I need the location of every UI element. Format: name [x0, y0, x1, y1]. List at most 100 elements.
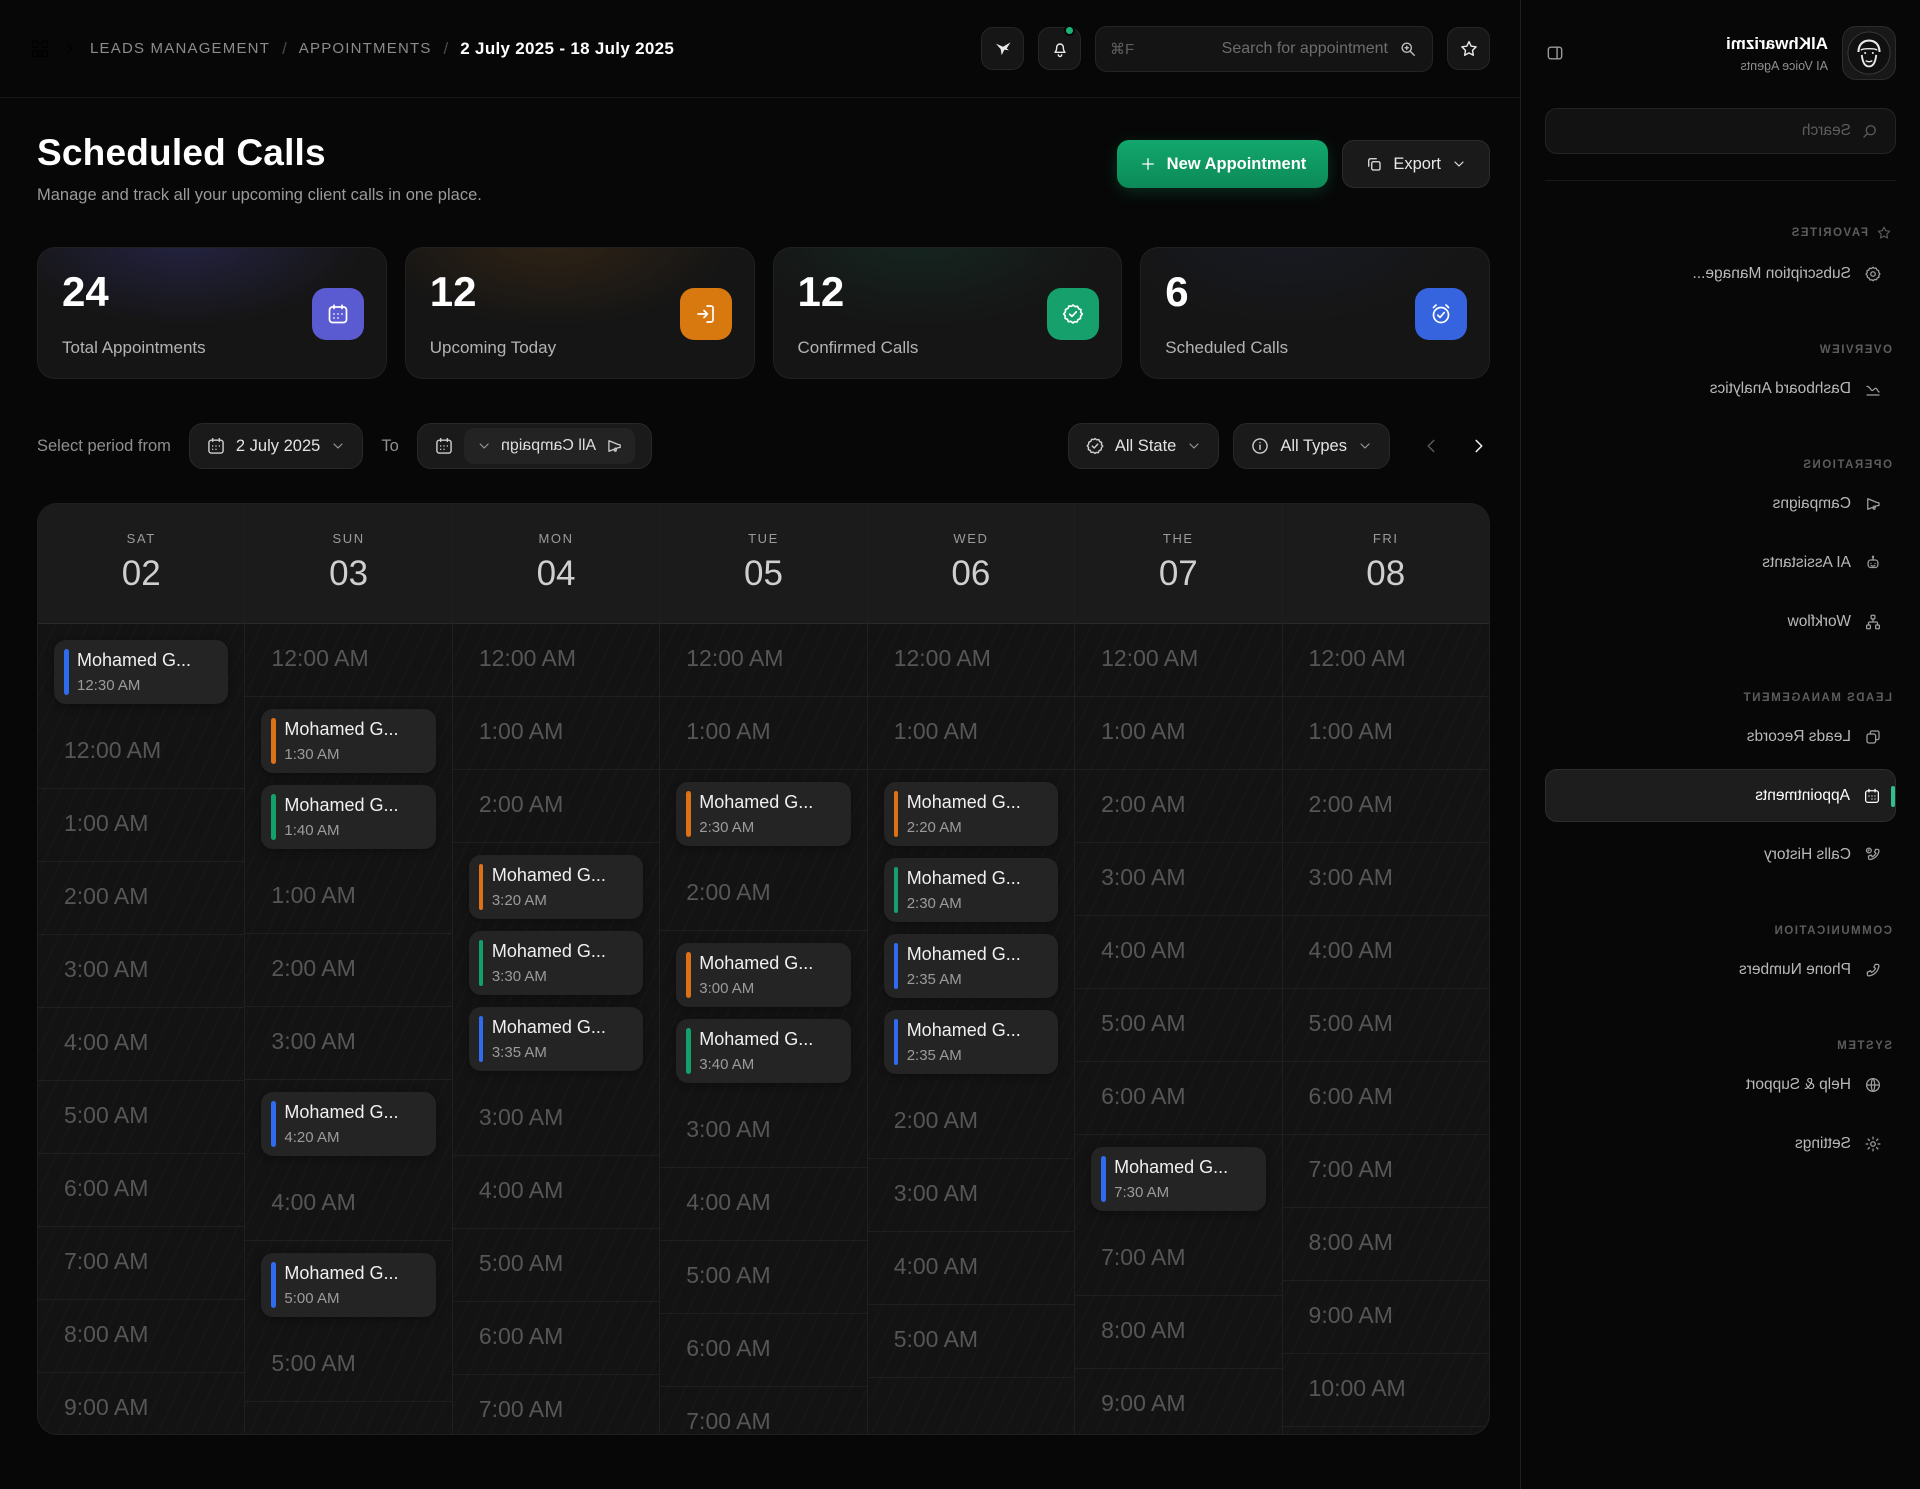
event-card[interactable]: Mohamed G...2:35 AM — [884, 934, 1058, 998]
time-slot: 9:00 AM — [38, 1373, 244, 1434]
brand-avatar — [1842, 26, 1896, 80]
state-filter-select[interactable]: All State — [1068, 423, 1219, 469]
stat-card: 24Total Appointments — [37, 247, 387, 379]
login-icon — [680, 288, 732, 340]
collapse-sidebar-icon[interactable] — [1545, 43, 1565, 63]
period-to-select[interactable]: All Campaign — [417, 423, 652, 469]
time-slot: 5:00 AM — [453, 1229, 659, 1302]
event-card[interactable]: Mohamed G...5:00 AM — [261, 1253, 435, 1317]
sidebar-item-leads-records[interactable]: Leads Records — [1545, 710, 1896, 763]
event-name: Mohamed G... — [284, 719, 423, 740]
chevron-right-icon — [62, 41, 78, 57]
time-slot: 3:00 AM — [660, 1095, 866, 1168]
event-name: Mohamed G... — [492, 1017, 631, 1038]
sidebar-item-calls-history[interactable]: Calls History — [1545, 828, 1896, 881]
event-accent-bar — [1101, 1156, 1106, 1202]
notifications-button[interactable] — [1038, 27, 1081, 70]
event-card[interactable]: Mohamed G...3:00 AM — [676, 943, 850, 1007]
new-appointment-button[interactable]: New Appointment — [1117, 140, 1329, 188]
sidebar-item-phone-numbers[interactable]: Phone Numbers — [1545, 943, 1896, 996]
campaign-select[interactable]: All Campaign — [464, 428, 635, 464]
day-name: SUN — [245, 531, 451, 546]
badge-check-icon — [1047, 288, 1099, 340]
info-icon — [1250, 436, 1270, 456]
event-time: 2:35 AM — [907, 1047, 1046, 1064]
sidebar-section-title: FAVORITES — [1545, 225, 1896, 241]
page-subtitle: Manage and track all your upcoming clien… — [37, 186, 482, 205]
sidebar-item-workflow[interactable]: Workflow — [1545, 595, 1896, 648]
export-icon — [1365, 155, 1383, 173]
breadcrumb-leads-management[interactable]: LEADS MANAGEMENT — [90, 40, 270, 57]
breadcrumb-appointments[interactable]: APPOINTMENTS — [299, 40, 432, 57]
time-slot: 12:00 AM — [453, 624, 659, 697]
event-time: 2:20 AM — [907, 819, 1046, 836]
time-slot: 3:00 AM — [38, 935, 244, 1008]
topbar-actions: ⌘F Search for appointment — [981, 26, 1490, 72]
sidebar-item-settings[interactable]: Settings — [1545, 1117, 1896, 1170]
day-body: 12:00 AM1:00 AM2:00 AMMohamed G...3:20 A… — [453, 624, 659, 1434]
event-accent-bar — [271, 1101, 276, 1147]
day-number: 04 — [453, 554, 659, 594]
time-slot: 7:00 AM — [38, 1227, 244, 1300]
event-card[interactable]: Mohamed G...12:30 AM — [54, 640, 228, 704]
next-week-button[interactable] — [1468, 435, 1490, 457]
sidebar-item-appointments[interactable]: Appointments — [1545, 769, 1896, 822]
previous-week-button[interactable] — [1420, 435, 1442, 457]
sidebar-item-campaigns[interactable]: Campaigns — [1545, 477, 1896, 530]
day-name: TUE — [660, 531, 866, 546]
time-slot: 6:00 AM — [660, 1314, 866, 1387]
event-card[interactable]: Mohamed G...1:30 AM — [261, 709, 435, 773]
time-slot: 12:00 AM — [38, 716, 244, 789]
day-number: 07 — [1075, 554, 1281, 594]
types-filter-select[interactable]: All Types — [1233, 423, 1390, 469]
time-slot: 5:00 AM — [868, 1305, 1074, 1378]
day-number: 06 — [868, 554, 1074, 594]
time-slot: 3:00 AM — [1283, 843, 1489, 916]
apps-grid-icon[interactable] — [30, 39, 50, 59]
event-card[interactable]: Mohamed G...2:30 AM — [676, 782, 850, 846]
event-card[interactable]: Mohamed G...1:40 AM — [261, 785, 435, 849]
export-button[interactable]: Export — [1342, 140, 1490, 188]
sidebar-search-input[interactable]: Search — [1545, 108, 1896, 154]
time-slot: 4:00 AM — [38, 1008, 244, 1081]
sidebar-section-title: OPERATIONS — [1545, 459, 1896, 471]
time-slot: 3:00 AM — [1075, 843, 1281, 916]
time-slot: 1:00 AM — [868, 697, 1074, 770]
time-slot: 2:00 AM — [245, 934, 451, 1007]
event-card[interactable]: Mohamed G...7:30 AM — [1091, 1147, 1265, 1211]
event-card[interactable]: Mohamed G...4:20 AM — [261, 1092, 435, 1156]
sidebar-item-dashboard-analytics[interactable]: Dashboard Analytics — [1545, 362, 1896, 415]
event-card[interactable]: Mohamed G...3:20 AM — [469, 855, 643, 919]
quick-action-button[interactable] — [981, 27, 1024, 70]
sidebar-header: AlKhwarizmi AI Voice Agents — [1545, 26, 1896, 80]
sidebar-item-label: Phone Numbers — [1739, 961, 1851, 979]
event-card[interactable]: Mohamed G...2:20 AM — [884, 782, 1058, 846]
breadcrumb-separator: / — [282, 39, 287, 59]
sidebar-section-title: COMMUNICATION — [1545, 925, 1896, 937]
sidebar-item-help-support[interactable]: Help & Support — [1545, 1058, 1896, 1111]
event-name: Mohamed G... — [284, 1263, 423, 1284]
breadcrumb: LEADS MANAGEMENT / APPOINTMENTS / 2 July… — [30, 39, 674, 59]
sidebar-section-title: SYSTEM — [1545, 1040, 1896, 1052]
stat-card: 12Confirmed Calls — [773, 247, 1123, 379]
appointment-search-input[interactable]: ⌘F Search for appointment — [1095, 26, 1433, 72]
event-time: 3:40 AM — [699, 1056, 838, 1073]
event-time: 3:00 AM — [699, 980, 838, 997]
event-card[interactable]: Mohamed G...2:35 AM — [884, 1010, 1058, 1074]
day-body: 12:00 AM1:00 AMMohamed G...2:20 AMMohame… — [868, 624, 1074, 1434]
brand-name: AlKhwarizmi — [1726, 34, 1828, 54]
globe-icon — [1864, 1076, 1882, 1094]
sidebar-item-subscription-manage[interactable]: Subscription Manage... — [1545, 247, 1896, 300]
time-slot: 9:00 AM — [1283, 1281, 1489, 1354]
time-slot: 7:00 AM — [1283, 1135, 1489, 1208]
event-card[interactable]: Mohamed G...3:30 AM — [469, 931, 643, 995]
day-column: WED0612:00 AM1:00 AMMohamed G...2:20 AMM… — [867, 504, 1074, 1434]
period-from-select[interactable]: 2 July 2025 — [189, 423, 363, 469]
sidebar-item-ai-assistants[interactable]: AI Assistants — [1545, 536, 1896, 589]
favorite-button[interactable] — [1447, 27, 1490, 70]
event-card[interactable]: Mohamed G...2:30 AM — [884, 858, 1058, 922]
event-card[interactable]: Mohamed G...3:40 AM — [676, 1019, 850, 1083]
event-card[interactable]: Mohamed G...3:35 AM — [469, 1007, 643, 1071]
time-slot: 10:00 AM — [1283, 1354, 1489, 1427]
time-slot: 6:00 AM — [453, 1302, 659, 1375]
